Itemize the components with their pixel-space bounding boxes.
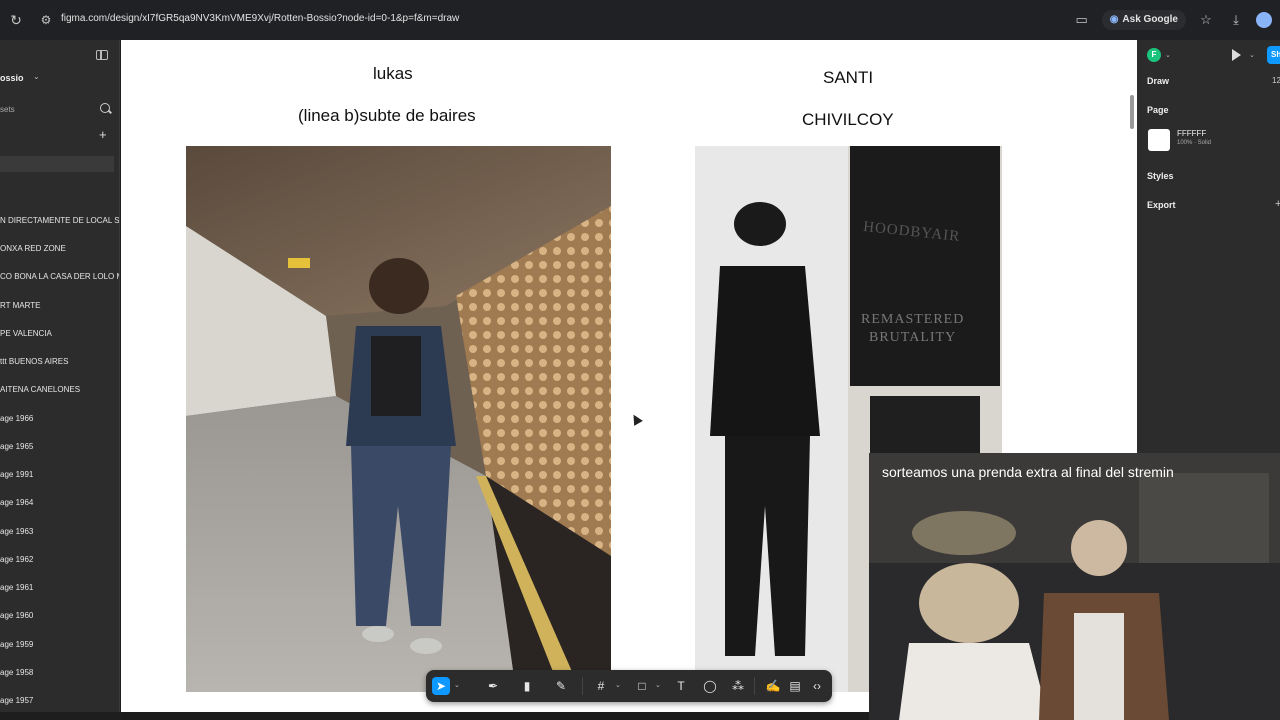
- export-section-title[interactable]: Export: [1147, 200, 1176, 210]
- page-item[interactable]: PE VALENCIA: [0, 329, 52, 338]
- webcam-video: [869, 453, 1280, 720]
- reload-icon[interactable]: ↻: [8, 12, 24, 28]
- search-icon[interactable]: [100, 103, 110, 113]
- add-page-icon[interactable]: +: [99, 128, 107, 141]
- add-export-icon[interactable]: +: [1275, 198, 1280, 210]
- left-card-location[interactable]: (linea b)subte de baires: [298, 106, 476, 126]
- chevron-down-icon[interactable]: ⌄: [454, 681, 460, 689]
- user-avatar[interactable]: F: [1147, 48, 1161, 62]
- toggle-sidebar-icon[interactable]: [96, 50, 108, 60]
- left-card-name[interactable]: lukas: [373, 64, 413, 84]
- page-item[interactable]: CO BONA LA CASA DER LOLO M: [0, 272, 119, 281]
- properties-panel: F ⌄ ⌄ Sh Draw 12 Page FFFFFF 100% · Soli…: [1137, 40, 1280, 453]
- download-icon[interactable]: ⤓: [1226, 10, 1246, 30]
- move-tool-icon[interactable]: ➤: [432, 677, 450, 695]
- page-item[interactable]: age 1957: [0, 696, 33, 705]
- toolbar-divider: [582, 677, 583, 695]
- page-fill-info: 100% · Solid: [1177, 140, 1212, 146]
- chevron-down-icon[interactable]: ⌄: [1249, 51, 1255, 59]
- styles-section-title[interactable]: Styles: [1147, 171, 1174, 181]
- mode-label: Draw: [1147, 76, 1170, 86]
- zoom-level[interactable]: 12: [1272, 76, 1280, 85]
- page-item[interactable]: age 1965: [0, 442, 33, 451]
- present-play-icon[interactable]: [1232, 49, 1241, 61]
- selected-page-row[interactable]: [0, 156, 114, 172]
- text-tool-icon[interactable]: T: [672, 677, 690, 695]
- chevron-down-icon[interactable]: ⌄: [33, 72, 40, 81]
- marker-tool-icon[interactable]: ▮: [518, 677, 536, 695]
- page-item[interactable]: age 1958: [0, 668, 33, 677]
- page-item[interactable]: AITENA CANELONES: [0, 385, 80, 394]
- webcam-overlay: [869, 453, 1280, 720]
- page-item[interactable]: RT MARTE: [0, 301, 40, 310]
- page-item[interactable]: age 1961: [0, 583, 33, 592]
- bottom-toolbar: ➤ ⌄ ✒ ▮ ✎ # ⌄ □ ⌄ T ◯ ⁂ ✍ ▤ ‹›: [426, 670, 832, 702]
- page-item[interactable]: age 1959: [0, 640, 33, 649]
- page-item[interactable]: N DIRECTAMENTE DE LOCAL SU: [0, 216, 119, 225]
- shirt-print-middle: REMASTERED: [861, 312, 965, 327]
- frame-tool-icon[interactable]: #: [592, 677, 610, 695]
- page-item[interactable]: age 1966: [0, 414, 33, 423]
- page-item[interactable]: ttt BUENOS AIRES: [0, 357, 68, 366]
- assets-tab[interactable]: sets: [0, 105, 15, 114]
- browser-address-bar: ↻ ⚙ figma.com/design/xI7fGR5qa9NV3KmVME9…: [0, 0, 1280, 40]
- chevron-down-icon[interactable]: ⌄: [1165, 51, 1171, 59]
- google-lens-icon: ◉: [1109, 14, 1119, 25]
- ask-google-label: Ask Google: [1122, 14, 1178, 25]
- components-tool-icon[interactable]: ⁂: [729, 677, 747, 695]
- stream-caption: sorteamos una prenda extra al final del …: [882, 464, 1174, 480]
- chevron-down-icon[interactable]: ⌄: [615, 681, 621, 689]
- site-info-icon[interactable]: ⚙: [38, 12, 54, 28]
- rectangle-tool-icon[interactable]: □: [633, 677, 651, 695]
- share-button[interactable]: Sh: [1267, 46, 1280, 64]
- page-color-hex[interactable]: FFFFFF: [1177, 129, 1206, 138]
- canvas-scrollbar[interactable]: [1130, 95, 1134, 129]
- dev-mode-icon[interactable]: ▤: [786, 677, 804, 695]
- install-app-icon[interactable]: ▭: [1072, 10, 1092, 30]
- url-text[interactable]: figma.com/design/xI7fGR5qa9NV3KmVME9Xvj/…: [61, 13, 459, 24]
- page-color-swatch[interactable]: [1148, 129, 1170, 151]
- page-item[interactable]: age 1963: [0, 527, 33, 536]
- ask-google-button[interactable]: ◉ Ask Google: [1101, 10, 1186, 30]
- browser-actions: ▭ ◉ Ask Google ☆ ⤓: [1072, 8, 1280, 32]
- page-item[interactable]: age 1962: [0, 555, 33, 564]
- chevron-down-icon[interactable]: ⌄: [655, 681, 661, 689]
- pen-tool-icon[interactable]: ✒: [484, 677, 502, 695]
- page-item[interactable]: age 1960: [0, 611, 33, 620]
- profile-icon[interactable]: [1256, 12, 1272, 28]
- taskbar-strip: [121, 712, 869, 720]
- subway-photo-image: [186, 146, 611, 692]
- layers-panel: ossio ⌄ sets + N DIRECTAMENTE DE LOCAL S…: [0, 40, 120, 712]
- bookmark-star-icon[interactable]: ☆: [1196, 10, 1216, 30]
- page-section-title: Page: [1147, 105, 1169, 115]
- draw-mode-icon[interactable]: ✍: [764, 677, 782, 695]
- comment-tool-icon[interactable]: ◯: [701, 677, 719, 695]
- page-item[interactable]: age 1964: [0, 498, 33, 507]
- right-card-location[interactable]: CHIVILCOY: [802, 110, 894, 130]
- file-name[interactable]: ossio: [0, 73, 24, 83]
- shirt-print-bottom: BRUTALITY: [869, 330, 957, 345]
- toolbar-divider: [754, 677, 755, 695]
- page-item[interactable]: age 1991: [0, 470, 33, 479]
- pencil-tool-icon[interactable]: ✎: [552, 677, 570, 695]
- code-tool-icon[interactable]: ‹›: [808, 677, 826, 695]
- right-card-name[interactable]: SANTI: [823, 68, 873, 88]
- page-item[interactable]: ONXA RED ZONE: [0, 244, 66, 253]
- subway-photo[interactable]: [186, 146, 611, 692]
